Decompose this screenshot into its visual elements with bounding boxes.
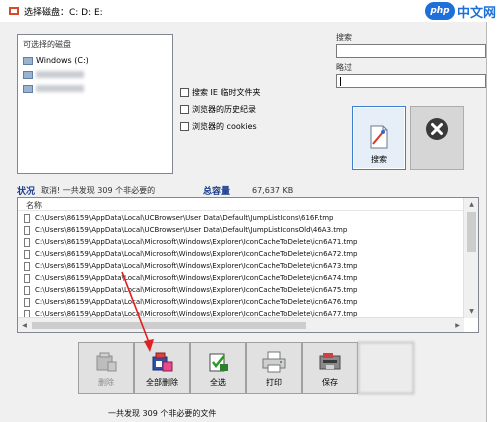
file-path: C:\Users\86159\AppData\Local\Microsoft\W…: [35, 250, 358, 258]
drive-icon: [23, 70, 33, 79]
file-row[interactable]: C:\Users\86159\AppData\Local\Microsoft\W…: [18, 296, 464, 308]
select-all-icon: [209, 353, 228, 372]
option-label: 搜索 IE 临时文件夹: [192, 88, 261, 97]
skip-input[interactable]: [336, 74, 486, 88]
drive-list-caption: 可选择的磁盘: [23, 40, 71, 49]
delete-button[interactable]: 删除: [78, 342, 134, 394]
file-row[interactable]: C:\Users\86159\AppData\Local\UCBrowser\U…: [18, 212, 464, 224]
blurred-drive-label: [36, 85, 84, 92]
delete-all-button-label: 全部删除: [146, 378, 178, 387]
text-caret: [340, 77, 341, 86]
file-path: C:\Users\86159\AppData\Local\Microsoft\W…: [35, 298, 358, 306]
file-path: C:\Users\86159\AppData\Local\Microsoft\W…: [35, 286, 358, 294]
title-bar: 选择磁盘：C: D: E: php 中文网: [0, 0, 500, 22]
file-icon: [24, 213, 30, 223]
search-label: 搜索: [336, 33, 352, 42]
save-button[interactable]: 保存: [302, 342, 358, 394]
printer-icon: [262, 351, 286, 373]
drive-icon: [23, 56, 33, 65]
app-icon: [9, 7, 19, 15]
file-row[interactable]: C:\Users\86159\AppData\Local\UCBrowser\U…: [18, 224, 464, 236]
drive-item-label: Windows (C:): [36, 56, 89, 65]
scroll-right-icon[interactable]: ▶: [451, 318, 464, 332]
status-key: 状况: [17, 186, 36, 197]
option-label: 浏览器的 cookies: [192, 122, 257, 131]
drive-icon: [23, 84, 33, 93]
scroll-down-icon[interactable]: ▼: [464, 305, 478, 318]
delete-icon: [96, 352, 117, 372]
dialog-client: 可选择的磁盘 Windows (C:) 搜索 IE 临时文件夹 浏览器的历史纪录…: [0, 22, 487, 422]
option-browser-cookies[interactable]: 浏览器的 cookies: [180, 120, 261, 133]
delete-all-icon: [152, 352, 173, 372]
select-all-button[interactable]: 全选: [190, 342, 246, 394]
delete-button-label: 删除: [98, 378, 114, 387]
file-icon: [24, 273, 30, 283]
stop-icon: [426, 118, 448, 140]
bottom-status: 一共发现 309 个非必要的文件: [108, 409, 217, 418]
cleanup-options: 搜索 IE 临时文件夹 浏览器的历史纪录 浏览器的 cookies: [180, 86, 261, 137]
file-path: C:\Users\86159\AppData\Local\Microsoft\W…: [35, 238, 358, 246]
file-list[interactable]: 名称 C:\Users\86159\AppData\Local\UCBrowse…: [17, 197, 479, 333]
file-row[interactable]: C:\Users\86159\AppData\Local\Microsoft\W…: [18, 248, 464, 260]
drive-item-c[interactable]: Windows (C:): [23, 56, 167, 65]
file-icon: [24, 237, 30, 247]
search-button[interactable]: 搜索: [352, 106, 406, 170]
checkbox[interactable]: [180, 122, 189, 131]
column-header-name[interactable]: 名称: [18, 198, 464, 211]
delete-all-button[interactable]: 全部删除: [134, 342, 190, 394]
save-button-label: 保存: [322, 378, 338, 387]
file-icon: [24, 285, 30, 295]
drive-item-blurred[interactable]: [23, 84, 167, 93]
file-icon: [24, 225, 30, 235]
print-button[interactable]: 打印: [246, 342, 302, 394]
option-browser-history[interactable]: 浏览器的历史纪录: [180, 103, 261, 116]
horizontal-scrollbar[interactable]: ◀ ▶: [18, 317, 464, 332]
search-button-label: 搜索: [371, 155, 387, 164]
file-path: C:\Users\86159\AppData\Local\UCBrowser\U…: [35, 226, 348, 234]
vertical-scrollbar[interactable]: ▲ ▼: [463, 198, 478, 318]
watermark-text: 中文网: [456, 5, 496, 21]
file-icon: [24, 297, 30, 307]
blurred-drive-label: [36, 71, 84, 78]
search-scan-icon: [370, 125, 388, 149]
drive-item-blurred[interactable]: [23, 70, 167, 79]
watermark-php: php: [424, 2, 455, 20]
stop-button[interactable]: [410, 106, 464, 170]
file-row[interactable]: C:\Users\86159\AppData\Local\Microsoft\W…: [18, 236, 464, 248]
file-icon: [24, 249, 30, 259]
status-value: 取消! 一共发现 309 个非必要的: [41, 185, 156, 195]
select-all-button-label: 全选: [210, 378, 226, 387]
search-input[interactable]: [336, 44, 486, 58]
checkbox[interactable]: [180, 88, 189, 97]
total-size-value: 67,637 KB: [252, 185, 294, 195]
file-row[interactable]: C:\Users\86159\AppData\Local\Microsoft\W…: [18, 272, 464, 284]
status-line: 状况 取消! 一共发现 309 个非必要的 总容量 67,637 KB: [17, 184, 487, 197]
save-icon: [319, 353, 341, 370]
file-path: C:\Users\86159\AppData\Local\UCBrowser\U…: [35, 214, 334, 222]
file-row[interactable]: C:\Users\86159\AppData\Local\Microsoft\W…: [18, 284, 464, 296]
scroll-left-icon[interactable]: ◀: [18, 318, 31, 332]
scroll-up-icon[interactable]: ▲: [464, 198, 478, 211]
drive-list[interactable]: 可选择的磁盘 Windows (C:): [17, 34, 173, 174]
action-toolbar: 删除 全部删除 全选 打印 保存: [78, 342, 414, 394]
checkbox[interactable]: [180, 105, 189, 114]
option-ie-temp[interactable]: 搜索 IE 临时文件夹: [180, 86, 261, 99]
print-button-label: 打印: [266, 378, 282, 387]
file-path: C:\Users\86159\AppData\Local\Microsoft\W…: [35, 274, 358, 282]
scroll-thumb[interactable]: [467, 212, 476, 252]
blurred-button[interactable]: [358, 342, 414, 394]
file-row[interactable]: C:\Users\86159\AppData\Local\Microsoft\W…: [18, 260, 464, 272]
watermark-logo: php 中文网: [424, 2, 496, 21]
scroll-thumb[interactable]: [32, 322, 306, 329]
option-label: 浏览器的历史纪录: [192, 105, 256, 114]
file-icon: [24, 261, 30, 271]
file-path: C:\Users\86159\AppData\Local\Microsoft\W…: [35, 262, 358, 270]
total-size-key: 总容量: [203, 186, 231, 197]
window-title: 选择磁盘：C: D: E:: [24, 8, 103, 18]
skip-label: 略过: [336, 63, 352, 72]
